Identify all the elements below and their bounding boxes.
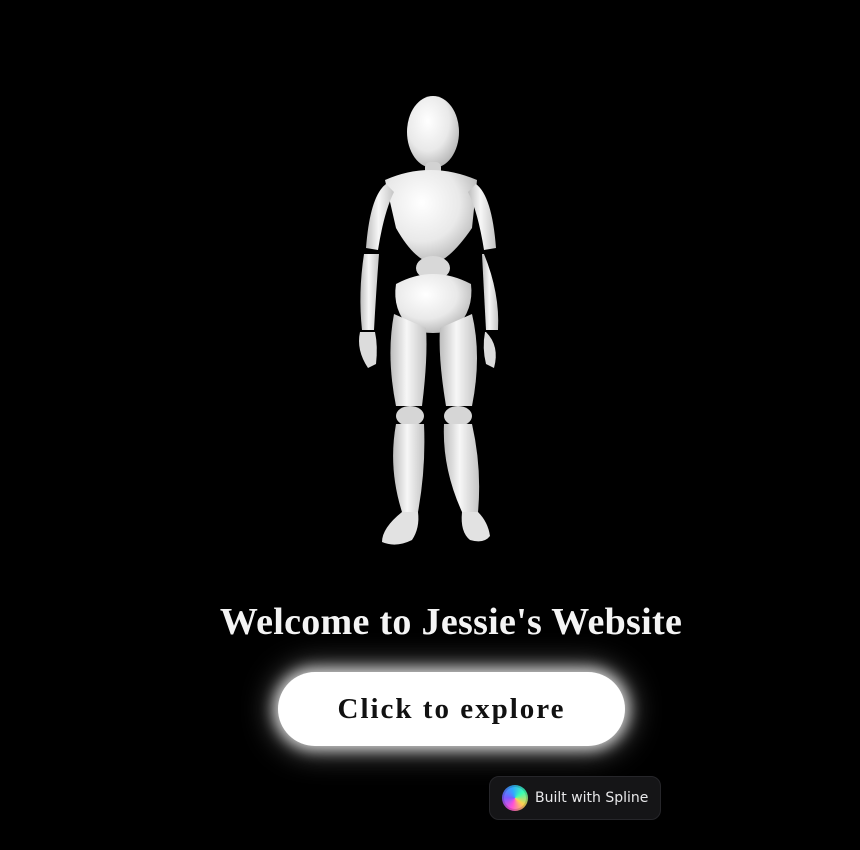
page-title: Welcome to Jessie's Website (219, 601, 683, 643)
built-with-spline-badge[interactable]: Built with Spline (489, 776, 661, 820)
page-stage: Welcome to Jessie's Website Click to exp… (0, 0, 860, 850)
spline-logo-icon (502, 785, 528, 811)
mannequin-icon (359, 96, 499, 545)
mannequin-figure[interactable] (330, 88, 530, 558)
spline-badge-label: Built with Spline (535, 790, 649, 806)
explore-button[interactable]: Click to explore (278, 672, 625, 746)
